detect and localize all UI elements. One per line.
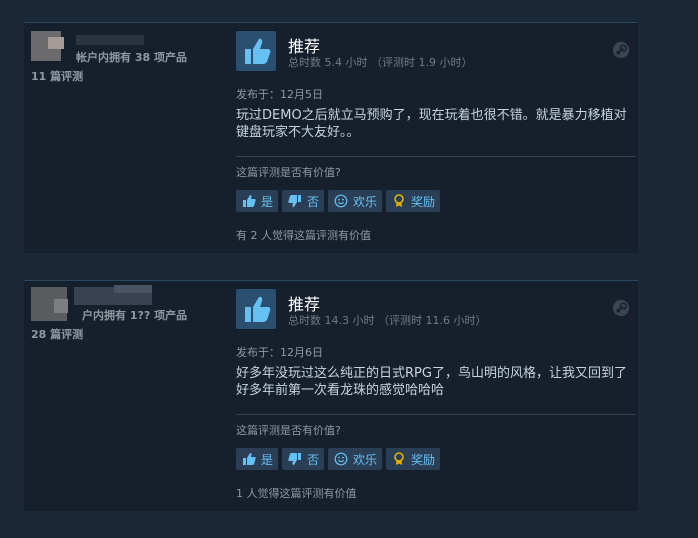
smiley-icon bbox=[333, 193, 349, 209]
vote-funny-button[interactable]: 欢乐 bbox=[328, 190, 383, 212]
smiley-icon bbox=[333, 451, 349, 467]
helpful-count: 有 2 人觉得这篇评测有价值 bbox=[236, 229, 371, 242]
award-button[interactable]: 奖励 bbox=[386, 448, 441, 470]
vote-buttons: 是 否 欢乐 奖励 bbox=[236, 448, 441, 470]
posted-date: 发布于：12月6日 bbox=[236, 346, 323, 359]
vote-no-button[interactable]: 否 bbox=[282, 190, 325, 212]
author-games-owned[interactable]: 户内拥有 1?? 项产品 bbox=[82, 307, 187, 323]
vote-no-label: 否 bbox=[307, 194, 320, 209]
steam-icon bbox=[612, 299, 630, 317]
vote-yes-button[interactable]: 是 bbox=[236, 190, 279, 212]
award-label: 奖励 bbox=[411, 194, 436, 209]
vote-yes-button[interactable]: 是 bbox=[236, 448, 279, 470]
posted-date: 发布于：12月5日 bbox=[236, 88, 323, 101]
divider bbox=[236, 156, 636, 157]
author-name-blur bbox=[114, 285, 152, 293]
review-card: 帐户内拥有 38 项产品 11 篇评测 推荐 总时数 5.4 小时 （评测时 1… bbox=[24, 22, 638, 253]
vote-yes-label: 是 bbox=[261, 452, 274, 467]
thumbs-up-icon bbox=[236, 31, 276, 71]
vote-funny-button[interactable]: 欢乐 bbox=[328, 448, 383, 470]
vote-no-button[interactable]: 否 bbox=[282, 448, 325, 470]
vote-no-label: 否 bbox=[307, 452, 320, 467]
playtime-hours: 总时数 5.4 小时 （评测时 1.9 小时） bbox=[288, 56, 473, 69]
helpful-count: 1 人觉得这篇评测有价值 bbox=[236, 487, 357, 500]
divider bbox=[236, 414, 636, 415]
award-icon bbox=[391, 193, 407, 209]
thumbs-up-icon bbox=[241, 451, 257, 467]
review-body: 玩过DEMO之后就立马预购了，现在玩着也很不错。就是暴力移植对键盘玩家不大友好。… bbox=[236, 108, 627, 140]
vote-funny-label: 欢乐 bbox=[353, 452, 378, 467]
author-games-owned[interactable]: 帐户内拥有 38 项产品 bbox=[76, 49, 187, 65]
playtime-hours: 总时数 14.3 小时 （评测时 11.6 小时） bbox=[288, 314, 487, 327]
avatar-blur bbox=[54, 299, 68, 313]
author-panel: 帐户内拥有 38 项产品 11 篇评测 bbox=[24, 23, 224, 103]
thumbs-up-icon bbox=[236, 289, 276, 329]
avatar-blur bbox=[48, 37, 64, 49]
vote-buttons: 是 否 欢乐 奖励 bbox=[236, 190, 441, 212]
vote-funny-label: 欢乐 bbox=[353, 194, 378, 209]
thumbs-down-icon bbox=[287, 451, 303, 467]
thumbs-up-icon bbox=[241, 193, 257, 209]
award-icon bbox=[391, 451, 407, 467]
review-body: 好多年没玩过这么纯正的日式RPG了，鸟山明的风格，让我又回到了好多年前第一次看龙… bbox=[236, 366, 627, 398]
review-card: 户内拥有 1?? 项产品 28 篇评测 推荐 总时数 14.3 小时 （评测时 … bbox=[24, 280, 638, 511]
helpful-question: 这篇评测是否有价值? bbox=[236, 424, 341, 437]
helpful-question: 这篇评测是否有价值? bbox=[236, 166, 341, 179]
author-review-count[interactable]: 11 篇评测 bbox=[31, 68, 83, 84]
steam-icon bbox=[612, 41, 630, 59]
author-name-blur bbox=[76, 35, 144, 45]
author-review-count[interactable]: 28 篇评测 bbox=[31, 326, 83, 342]
review-content: 推荐 总时数 5.4 小时 （评测时 1.9 小时） 发布于：12月5日 玩过D… bbox=[234, 23, 636, 253]
thumbs-down-icon bbox=[287, 193, 303, 209]
award-label: 奖励 bbox=[411, 452, 436, 467]
vote-yes-label: 是 bbox=[261, 194, 274, 209]
author-panel: 户内拥有 1?? 项产品 28 篇评测 bbox=[24, 281, 224, 361]
award-button[interactable]: 奖励 bbox=[386, 190, 441, 212]
review-content: 推荐 总时数 14.3 小时 （评测时 11.6 小时） 发布于：12月6日 好… bbox=[234, 281, 636, 511]
